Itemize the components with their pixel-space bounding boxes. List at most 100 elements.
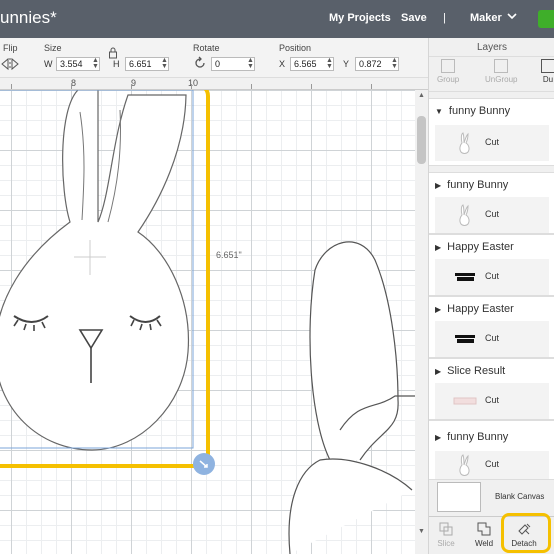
width-prefix: W bbox=[44, 59, 53, 69]
position-label: Position bbox=[279, 43, 312, 53]
weld-button[interactable]: Weld bbox=[467, 521, 501, 548]
save-button[interactable]: Save bbox=[401, 12, 427, 24]
layer-item-label: Cut bbox=[485, 271, 500, 281]
chevron-down-icon[interactable] bbox=[506, 10, 518, 25]
layer-actions-bar: Slice Weld Detach bbox=[429, 513, 554, 554]
group-button[interactable]: Group bbox=[437, 59, 459, 84]
ungroup-label: UnGroup bbox=[485, 75, 518, 84]
layers-title: Layers bbox=[476, 42, 507, 53]
layer-group-header[interactable]: ▼ funny Bunny bbox=[435, 105, 510, 117]
y-prefix: Y bbox=[343, 59, 350, 69]
y-stepper[interactable]: ▲ ▼ bbox=[391, 57, 398, 70]
ruler-tick bbox=[311, 84, 312, 89]
layer-item[interactable]: Cut bbox=[435, 321, 549, 357]
layer-group-name: funny Bunny bbox=[447, 179, 509, 191]
x-prefix: X bbox=[279, 59, 286, 69]
rotate-label: Rotate bbox=[193, 43, 220, 53]
layer-group-name: Happy Easter bbox=[447, 303, 514, 315]
layer-item[interactable]: Cut bbox=[435, 451, 549, 479]
layer-item-label: Cut bbox=[485, 395, 500, 405]
layer-group-name: Happy Easter bbox=[447, 241, 514, 253]
weld-label: Weld bbox=[474, 539, 494, 548]
make-it-button[interactable] bbox=[538, 10, 554, 28]
width-stepper[interactable]: ▲ ▼ bbox=[92, 57, 99, 70]
slice-thumbnail-icon bbox=[453, 397, 477, 405]
layer-group-header[interactable]: ▶ Slice Result bbox=[435, 365, 505, 377]
caret-right-icon[interactable]: ▶ bbox=[435, 367, 441, 376]
slice-button[interactable]: Slice bbox=[429, 521, 463, 548]
layer-item-label: Cut bbox=[485, 333, 500, 343]
bunny-second[interactable] bbox=[288, 241, 415, 554]
layer-group-header[interactable]: ▶ Happy Easter bbox=[435, 303, 514, 315]
layer-item-label: Cut bbox=[485, 209, 500, 219]
text-thumbnail-icon bbox=[455, 335, 475, 343]
layer-group[interactable]: ▶ funny Bunny Cut bbox=[429, 172, 554, 234]
layer-group[interactable]: ▶ Slice Result Cut bbox=[429, 358, 554, 420]
project-title[interactable]: unnies* bbox=[0, 8, 57, 28]
layers-panel: Layers Group UnGroup Du ▼ funny Bunny Cut… bbox=[428, 38, 554, 554]
ruler-number: 10 bbox=[188, 78, 199, 88]
layer-group-header[interactable]: ▶ Happy Easter bbox=[435, 241, 514, 253]
text-thumbnail-icon bbox=[455, 273, 475, 281]
duplicate-icon bbox=[541, 59, 554, 73]
x-stepper[interactable]: ▲ ▼ bbox=[326, 57, 333, 70]
bunny-head-selected[interactable] bbox=[0, 90, 190, 451]
blank-canvas-swatch[interactable] bbox=[437, 482, 481, 512]
ruler-tick bbox=[191, 84, 192, 89]
bunny-thumbnail-icon bbox=[459, 454, 470, 476]
edit-toolbar: Flip Size W 3.554 ▲ ▼ H 6.651 ▲ ▼ Rotate 0… bbox=[0, 38, 428, 78]
layer-item-label: Cut bbox=[485, 137, 500, 147]
blank-canvas-label: Blank Canvas bbox=[495, 492, 545, 501]
ruler-tick bbox=[371, 84, 372, 89]
duplicate-button[interactable]: Du bbox=[541, 59, 554, 84]
ruler-tick bbox=[251, 84, 252, 89]
height-prefix: H bbox=[113, 59, 120, 69]
size-label: Size bbox=[44, 43, 62, 53]
layer-item[interactable]: Cut bbox=[435, 259, 549, 295]
design-canvas[interactable]: 6.651" bbox=[0, 90, 415, 554]
scroll-thumb[interactable] bbox=[417, 116, 426, 164]
rotate-stepper[interactable]: ▲ ▼ bbox=[247, 57, 254, 70]
scroll-up-icon[interactable]: ▲ bbox=[418, 92, 425, 99]
group-label: Group bbox=[437, 75, 460, 84]
my-projects-link[interactable]: My Projects bbox=[329, 12, 391, 24]
layer-group-header[interactable]: ▶ funny Bunny bbox=[435, 431, 508, 443]
machine-select[interactable]: Maker bbox=[470, 12, 502, 24]
slice-label: Slice bbox=[437, 539, 455, 548]
ruler-tick bbox=[131, 84, 132, 89]
top-bar: unnies* My Projects Save | Maker bbox=[0, 0, 554, 38]
caret-right-icon[interactable]: ▶ bbox=[435, 243, 441, 252]
layer-group[interactable]: ▼ funny Bunny Cut bbox=[429, 98, 554, 166]
topbar-divider: | bbox=[443, 12, 446, 24]
layer-group[interactable]: ▶ Happy Easter Cut bbox=[429, 234, 554, 296]
layer-item-label: Cut bbox=[485, 459, 500, 469]
layer-group[interactable]: ▶ funny Bunny Cut bbox=[429, 420, 554, 480]
rotate-icon[interactable] bbox=[193, 56, 207, 75]
layer-item[interactable]: Cut bbox=[435, 197, 549, 233]
layer-group-name: funny Bunny bbox=[447, 431, 509, 443]
scroll-down-icon[interactable]: ▼ bbox=[418, 528, 425, 535]
bunny-thumbnail-icon bbox=[459, 132, 470, 154]
flip-label: Flip bbox=[3, 43, 18, 53]
caret-right-icon[interactable]: ▶ bbox=[435, 433, 441, 442]
caret-right-icon[interactable]: ▶ bbox=[435, 181, 441, 190]
caret-right-icon[interactable]: ▶ bbox=[435, 305, 441, 314]
slice-icon bbox=[439, 522, 453, 536]
horizontal-ruler: 8 9 10 bbox=[0, 78, 428, 90]
weld-icon bbox=[477, 522, 491, 536]
duplicate-label: Du bbox=[542, 75, 554, 84]
canvas-scrollbar[interactable]: ▲ ▼ bbox=[415, 90, 428, 554]
height-stepper[interactable]: ▲ ▼ bbox=[161, 57, 168, 70]
ungroup-button[interactable]: UnGroup bbox=[485, 59, 517, 84]
layers-tools: Group UnGroup Du bbox=[429, 56, 554, 92]
layer-group-name: funny Bunny bbox=[448, 105, 511, 117]
caret-down-icon[interactable]: ▼ bbox=[435, 107, 443, 116]
group-icon bbox=[441, 59, 456, 73]
layer-group-header[interactable]: ▶ funny Bunny bbox=[435, 179, 508, 191]
layer-item[interactable]: Cut bbox=[435, 383, 549, 419]
blank-canvas-row[interactable]: Blank Canvas bbox=[435, 482, 549, 514]
layer-group[interactable]: ▶ Happy Easter Cut bbox=[429, 296, 554, 358]
detach-highlight bbox=[501, 513, 551, 553]
layer-item[interactable]: Cut bbox=[435, 125, 549, 161]
flip-icon[interactable] bbox=[0, 56, 20, 77]
